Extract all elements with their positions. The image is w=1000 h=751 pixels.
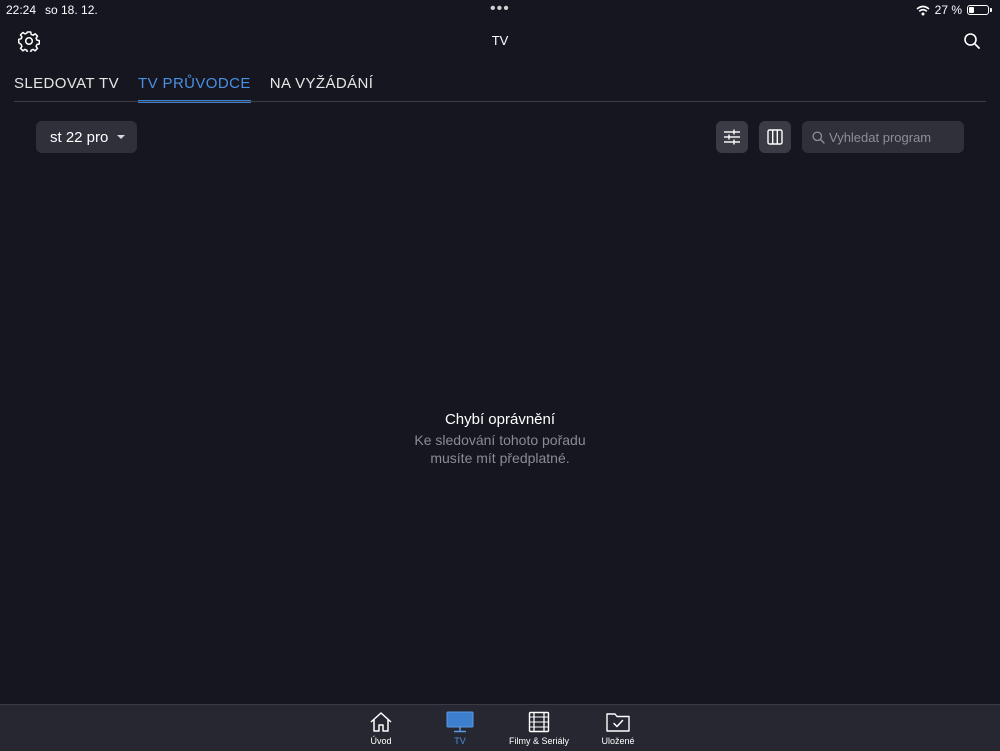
bottom-tab-label: Filmy & Seriály	[508, 736, 569, 746]
bottom-tab-tv[interactable]: TV	[420, 711, 500, 746]
bottom-tab-uvod[interactable]: Úvod	[341, 711, 421, 746]
columns-icon	[767, 129, 783, 145]
multitasking-dots[interactable]: •••	[490, 0, 510, 18]
saved-folder-icon	[606, 713, 630, 732]
tv-icon	[446, 711, 474, 733]
date-dropdown-value: st 22 pro	[50, 128, 109, 146]
message-title: Chybí oprávnění	[444, 411, 556, 428]
status-bar: 22:24 so 18. 12. ••• 27 %	[0, 0, 1000, 22]
filter-button[interactable]	[716, 121, 748, 153]
permission-message: Chybí oprávnění Ke sledování tohoto pořa…	[0, 411, 1000, 467]
wifi-icon	[916, 5, 930, 15]
status-date: so 18. 12.	[45, 3, 98, 17]
page-title: TV	[491, 33, 509, 48]
sliders-icon	[724, 129, 740, 145]
search-icon	[964, 33, 980, 49]
status-time: 22:24	[6, 3, 37, 17]
battery-icon	[967, 5, 989, 15]
film-icon	[528, 711, 550, 733]
tab-tv-pruvodce[interactable]: TV PRŮVODCE	[138, 73, 251, 103]
bottom-tab-filmy-serialy[interactable]: Filmy & Seriály	[499, 711, 579, 746]
bottom-tab-label: Úvod	[370, 736, 392, 746]
battery-percent: 27 %	[934, 3, 962, 17]
home-icon	[370, 712, 392, 732]
message-line-2: musíte mít předplatné.	[430, 450, 570, 466]
bottom-tab-label: Uložené	[601, 736, 635, 746]
program-search-input[interactable]	[829, 129, 959, 145]
search-button[interactable]	[960, 29, 984, 53]
bottom-tab-label: TV	[454, 736, 466, 746]
bottom-tab-bar: Úvod TV Filmy & Seriály Uložené	[0, 704, 1000, 751]
columns-view-button[interactable]	[759, 121, 791, 153]
battery-tip	[990, 8, 992, 12]
date-dropdown[interactable]: st 22 pro	[36, 121, 137, 153]
tab-na-vyzadani[interactable]: NA VYŽÁDÁNÍ	[270, 73, 374, 100]
tab-sledovat-tv[interactable]: SLEDOVAT TV	[14, 73, 119, 100]
top-tabs: SLEDOVAT TV TV PRŮVODCE NA VYŽÁDÁNÍ	[14, 73, 392, 103]
status-indicators: 27 %	[916, 3, 992, 17]
message-line-1: Ke sledování tohoto pořadu	[414, 432, 586, 448]
program-search-field[interactable]	[802, 121, 964, 153]
chevron-down-icon	[117, 135, 126, 139]
bottom-tab-ulozene[interactable]: Uložené	[578, 711, 658, 746]
search-icon	[812, 130, 825, 144]
tabs-divider	[14, 101, 986, 102]
